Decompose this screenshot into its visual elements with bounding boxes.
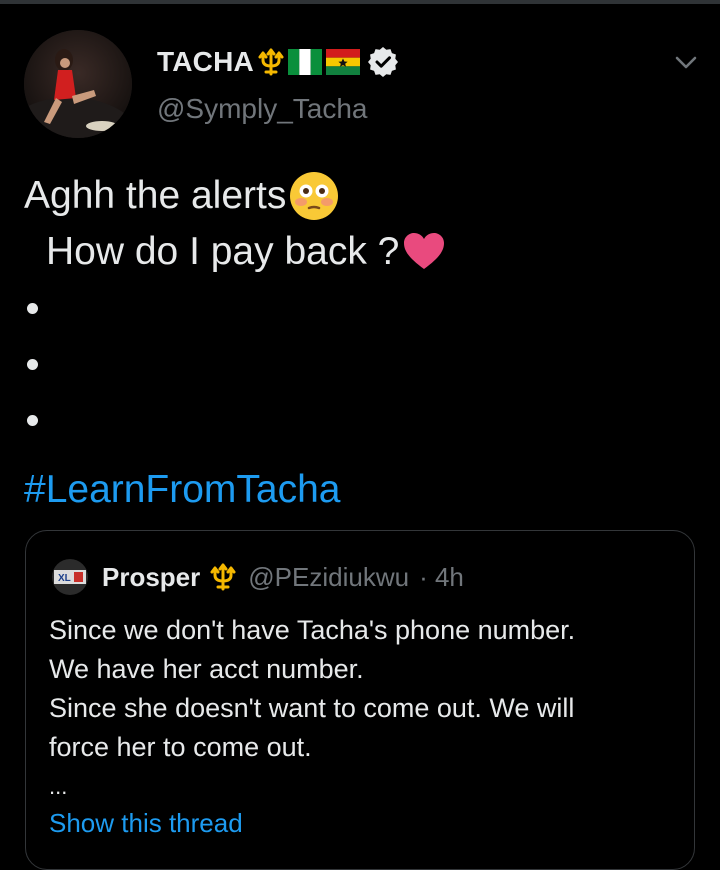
heart-emoji (404, 233, 445, 269)
show-thread-link[interactable]: Show this thread (49, 808, 243, 839)
trident-icon (258, 48, 284, 76)
chevron-down-icon[interactable] (672, 48, 700, 76)
quoted-tweet-body: Since we don't have Tacha's phone number… (49, 611, 679, 767)
quoted-tweet-time: · 4h (419, 561, 464, 592)
svg-text:XL: XL (58, 573, 71, 584)
verified-badge-icon (367, 47, 398, 77)
tweet-bullet-2 (24, 336, 704, 392)
nigeria-flag-icon (287, 49, 322, 75)
author-name-row[interactable]: TACHA (157, 40, 398, 84)
hashtag-link[interactable]: #LearnFromTacha (24, 462, 341, 518)
quoted-tweet-line: Since we don't have Tacha's phone number… (49, 615, 576, 645)
quoted-tweet-line: We have her acct number. (49, 654, 364, 684)
tweet-bullet-3 (24, 392, 704, 448)
quoted-author-name[interactable]: Prosper (102, 562, 200, 593)
quoted-tweet-header: XL Prosper @PEzidiukwu · 4h (52, 557, 464, 597)
ghana-flag-icon (325, 49, 360, 75)
author-avatar[interactable] (24, 30, 132, 138)
tweet-bullet-1 (24, 280, 704, 336)
quoted-tweet-ellipsis: ... (49, 774, 68, 799)
quoted-tweet-line: Since she doesn't want to come out. We w… (49, 693, 575, 723)
author-display-name[interactable]: TACHA (157, 46, 254, 78)
tweet-text: Aghh the alerts How do I pay back ? #Lea… (24, 168, 704, 518)
quoted-author-avatar[interactable]: XL (52, 559, 88, 595)
top-divider (0, 0, 720, 4)
tweet-hashtag-line: #LearnFromTacha (24, 462, 704, 518)
tweet-line-1: Aghh the alerts (24, 168, 704, 224)
quoted-author-handle[interactable]: @PEzidiukwu (248, 562, 409, 593)
quoted-tweet-line: force her to come out. (49, 732, 312, 762)
flushed-face-emoji (290, 172, 339, 220)
author-handle[interactable]: @Symply_Tacha (157, 93, 368, 125)
trident-icon (210, 563, 236, 591)
tweet-line-2: How do I pay back ? (24, 224, 704, 280)
